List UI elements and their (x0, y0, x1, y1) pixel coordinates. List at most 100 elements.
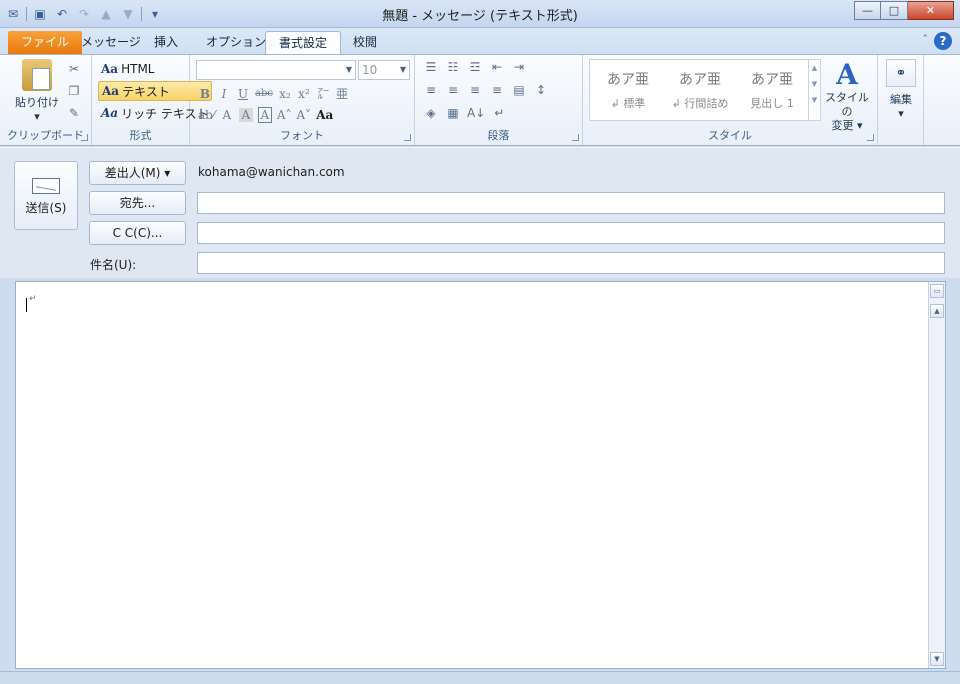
align-center-button[interactable]: ≡ (445, 83, 461, 97)
bullets-button[interactable]: ☰ (423, 60, 439, 74)
format-aa-icon: Aa (102, 84, 120, 98)
tab-format-text[interactable]: 書式設定 (265, 31, 342, 54)
paste-arrow: ▾ (34, 110, 40, 123)
bold-button[interactable]: B (198, 87, 212, 101)
shrink-font-button[interactable]: A˅ (297, 108, 312, 122)
show-marks-button[interactable]: ↵ (491, 106, 507, 120)
borders-button[interactable]: ▦ (445, 106, 461, 120)
group-styles: あア亜 ↲ 標準 あア亜 ↲ 行間詰め あア亜 見出し 1 ▲ ▼ ▼ A スタ… (583, 55, 878, 145)
paragraph-mark: ↵ (29, 294, 37, 304)
maximize-button[interactable]: □ (881, 1, 908, 20)
paragraph-row-1: ☰ ☷ ☲ ⇤ ⇥ (423, 60, 527, 74)
copy-icon[interactable]: ❐ (66, 83, 82, 99)
message-header: 送信(S) 差出人(M) ▾ kohama@wanichan.com 宛先...… (0, 147, 960, 278)
change-styles-button[interactable]: A スタイルの 変更 ▾ (821, 59, 873, 133)
font-color-button[interactable]: A (220, 108, 234, 122)
paragraph-row-3: ◈ ▦ A↓ ↵ (423, 106, 507, 120)
text-caret (26, 298, 27, 312)
strikethrough-button[interactable]: abc (255, 88, 273, 99)
justify-button[interactable]: ≡ (489, 83, 505, 97)
sort-button[interactable]: A↓ (467, 106, 485, 120)
send-button[interactable]: 送信(S) (14, 161, 78, 230)
numbering-button[interactable]: ☷ (445, 60, 461, 74)
cut-icon[interactable]: ✂ (66, 61, 82, 77)
paste-button[interactable]: 貼り付け ▾ (10, 59, 64, 123)
group-label-font: フォント (280, 129, 324, 142)
cc-button[interactable]: C C(C)... (89, 221, 186, 245)
dialog-launcher-icon[interactable] (404, 134, 411, 141)
to-button[interactable]: 宛先... (89, 191, 186, 215)
group-font: ▼ 10 ▼ B I U abc x₂ x² ㌃ 亜 ab⁄ A A A A˄ … (190, 55, 415, 145)
align-left-button[interactable]: ≡ (423, 83, 439, 97)
paste-icon (22, 59, 52, 91)
vertical-scrollbar[interactable]: ▭ ▲ ▼ (928, 282, 945, 668)
title-bar: ✉ ▣ ↶ ↷ ▲ ▼ ▾ 無題 - メッセージ (テキスト形式) — □ ✕ (0, 0, 960, 28)
chevron-down-icon[interactable]: ▼ (812, 80, 817, 88)
grow-font-button[interactable]: A˄ (277, 108, 292, 122)
ribbon: 貼り付け ▾ ✂ ❐ ✎ クリップボード Aa HTML Aa テキスト Aa … (0, 54, 960, 146)
underline-button[interactable]: U (236, 87, 250, 101)
shading-button[interactable]: ◈ (423, 106, 439, 120)
subscript-button[interactable]: x₂ (278, 87, 292, 101)
italic-button[interactable]: I (217, 87, 231, 101)
tab-review[interactable]: 校閲 (340, 31, 390, 54)
font-row-1: B I U abc x₂ x² ㌃ 亜 (198, 85, 349, 102)
scroll-up-button[interactable]: ▲ (930, 304, 944, 318)
gallery-scroll[interactable]: ▲ ▼ ▼ (808, 60, 820, 120)
message-body[interactable]: ↵ ▭ ▲ ▼ (15, 281, 946, 669)
minimize-button[interactable]: — (854, 1, 881, 20)
paragraph-row-2: ≡ ≡ ≡ ≡ ▤ ↕ (423, 83, 549, 97)
editing-button[interactable]: ⚭ 編集 ▾ (882, 57, 920, 120)
send-envelope-icon (32, 178, 60, 194)
enclose-char-button[interactable]: 亜 (335, 85, 349, 102)
to-field[interactable] (197, 192, 945, 214)
from-button[interactable]: 差出人(M) ▾ (89, 161, 186, 185)
dialog-launcher-icon[interactable] (81, 134, 88, 141)
help-icon[interactable]: ? (934, 32, 952, 50)
chevron-down-icon: ▼ (399, 65, 406, 74)
ruler-toggle-icon[interactable]: ▭ (930, 284, 944, 298)
align-right-button[interactable]: ≡ (467, 83, 483, 97)
format-painter-icon[interactable]: ✎ (66, 105, 82, 121)
send-label: 送信(S) (25, 201, 67, 215)
group-editing: ⚭ 編集 ▾ (878, 55, 924, 145)
font-name-combo[interactable]: ▼ (196, 60, 356, 80)
font-size-combo[interactable]: 10 ▼ (358, 60, 410, 80)
from-address: kohama@wanichan.com (198, 165, 345, 179)
collapse-ribbon-icon[interactable]: ˆ (923, 33, 929, 46)
decrease-indent-button[interactable]: ⇤ (489, 60, 505, 74)
gallery-more-icon[interactable]: ▼ (812, 96, 817, 104)
change-case-button[interactable]: Aa (316, 108, 333, 122)
superscript-button[interactable]: x² (297, 87, 311, 101)
increase-indent-button[interactable]: ⇥ (511, 60, 527, 74)
style-preview: あア亜 (751, 72, 793, 88)
close-button[interactable]: ✕ (908, 1, 954, 20)
subject-field[interactable] (197, 252, 945, 274)
format-option-label: テキスト (122, 84, 170, 99)
distributed-button[interactable]: ▤ (511, 83, 527, 97)
char-shading-button[interactable]: A (238, 108, 253, 122)
dialog-launcher-icon[interactable] (572, 134, 579, 141)
style-heading-1[interactable]: あア亜 見出し 1 (737, 63, 807, 117)
cc-field[interactable] (197, 222, 945, 244)
chevron-up-icon[interactable]: ▲ (812, 64, 817, 72)
highlight-button[interactable]: ab⁄ (198, 108, 215, 122)
tab-insert[interactable]: 挿入 (141, 31, 191, 54)
window-title: 無題 - メッセージ (テキスト形式) (382, 9, 578, 24)
paste-label: 貼り付け (15, 96, 59, 109)
editing-arrow: ▾ (898, 107, 904, 120)
window-bottom-edge (0, 671, 960, 684)
style-name: 見出し 1 (750, 97, 794, 110)
line-spacing-button[interactable]: ↕ (533, 83, 549, 97)
style-no-spacing[interactable]: あア亜 ↲ 行間詰め (665, 63, 735, 117)
style-preview: あア亜 (679, 72, 721, 88)
style-normal[interactable]: あア亜 ↲ 標準 (593, 63, 663, 117)
subject-label: 件名(U): (90, 258, 137, 272)
dialog-launcher-icon[interactable] (867, 134, 874, 141)
font-row-2: ab⁄ A A A A˄ A˅ Aa (198, 107, 333, 123)
style-name: ↲ 標準 (610, 97, 646, 110)
multilevel-list-button[interactable]: ☲ (467, 60, 483, 74)
char-border-button[interactable]: A (257, 107, 272, 123)
scroll-down-button[interactable]: ▼ (930, 652, 944, 666)
phonetic-guide-button[interactable]: ㌃ (316, 85, 330, 102)
